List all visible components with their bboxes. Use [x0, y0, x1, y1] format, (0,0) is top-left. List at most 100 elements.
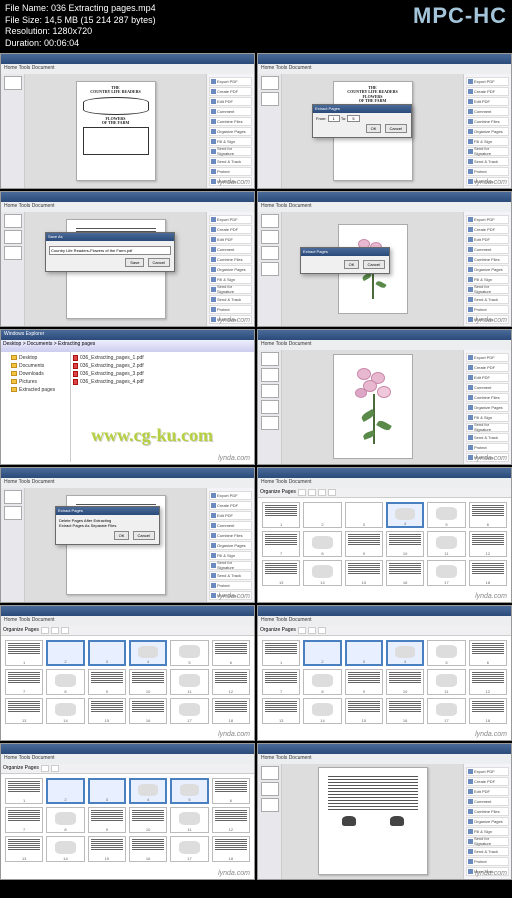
page-thumb[interactable]: 17: [427, 560, 465, 586]
tool-item[interactable]: Organize Pages: [466, 403, 509, 412]
page-thumb[interactable]: 6: [469, 502, 507, 528]
organize-toolbar[interactable]: Organize Pages: [1, 764, 254, 774]
cancel-button[interactable]: Cancel: [385, 124, 407, 133]
page-thumb[interactable]: 18: [469, 698, 507, 724]
tool-item[interactable]: Send for Signature: [466, 423, 509, 432]
app-menubar[interactable]: Home Tools Document: [1, 64, 254, 74]
page-thumb[interactable]: 1: [5, 778, 43, 804]
tool-button[interactable]: [41, 765, 49, 772]
file-list[interactable]: 036_Extracting_pages_1.pdf036_Extracting…: [71, 352, 254, 462]
tree-item[interactable]: Extracted pages: [3, 386, 68, 394]
tool-item[interactable]: Send for Signature: [466, 837, 509, 846]
cancel-button[interactable]: Cancel: [363, 260, 385, 269]
app-menubar[interactable]: Home Tools Document: [1, 202, 254, 212]
tool-item[interactable]: Edit PDF: [209, 97, 252, 106]
document-canvas[interactable]: THE COUNTRY LIFE READERS FLOWERS OF THE …: [282, 74, 463, 188]
page-thumb[interactable]: 4: [386, 640, 424, 666]
tree-item[interactable]: Desktop: [3, 354, 68, 362]
cancel-button[interactable]: Cancel: [148, 258, 170, 267]
page-thumb[interactable]: 17: [170, 836, 208, 862]
tool-item[interactable]: Send for Signature: [209, 561, 252, 570]
tool-item[interactable]: Protect: [209, 167, 252, 176]
page-thumb[interactable]: 10: [386, 531, 424, 557]
page-thumb[interactable]: 13: [262, 560, 300, 586]
page-thumb[interactable]: 1: [262, 502, 300, 528]
page-thumb[interactable]: 13: [5, 698, 43, 724]
tool-item[interactable]: Organize Pages: [466, 265, 509, 274]
page-thumb[interactable]: 5: [427, 640, 465, 666]
tool-item[interactable]: Combine Files: [466, 393, 509, 402]
tool-item[interactable]: Create PDF: [466, 87, 509, 96]
extract-pages-dialog[interactable]: Extract Pages Delete Pages After Extract…: [55, 506, 160, 545]
page-thumbs-panel[interactable]: [1, 488, 25, 602]
page-thumb[interactable]: 17: [427, 698, 465, 724]
tool-item[interactable]: Organize Pages: [209, 265, 252, 274]
page-thumb[interactable]: 8: [46, 807, 84, 833]
page-thumb[interactable]: 15: [345, 698, 383, 724]
pages-grid-view[interactable]: 123456789101112131415161718: [258, 636, 511, 740]
page-thumb[interactable]: 18: [469, 560, 507, 586]
page-thumb[interactable]: 8: [303, 669, 341, 695]
tool-item[interactable]: Comment: [466, 245, 509, 254]
pages-grid-view[interactable]: 123456789101112131415161718: [1, 636, 254, 740]
tool-item[interactable]: Combine Files: [209, 255, 252, 264]
page-thumb[interactable]: 16: [129, 836, 167, 862]
tool-item[interactable]: Comment: [466, 383, 509, 392]
page-thumb[interactable]: 2: [46, 640, 84, 666]
page-thumb[interactable]: 15: [345, 560, 383, 586]
page-thumb[interactable]: 11: [170, 807, 208, 833]
page-thumbs-panel[interactable]: [1, 212, 25, 326]
page-thumbs-panel[interactable]: [1, 74, 25, 188]
app-menubar[interactable]: Home Tools Document: [258, 616, 511, 626]
tool-item[interactable]: Edit PDF: [466, 97, 509, 106]
page-thumb[interactable]: 11: [427, 531, 465, 557]
organize-toolbar[interactable]: Organize Pages: [1, 626, 254, 636]
page-thumb[interactable]: 9: [88, 807, 126, 833]
tool-item[interactable]: Send for Signature: [209, 147, 252, 156]
tool-button[interactable]: [51, 765, 59, 772]
page-thumb[interactable]: 6: [212, 778, 250, 804]
from-input[interactable]: 1: [328, 115, 340, 122]
tool-item[interactable]: Edit PDF: [209, 511, 252, 520]
app-menubar[interactable]: Home Tools Document: [1, 478, 254, 488]
tool-item[interactable]: Fill & Sign: [209, 551, 252, 560]
tool-item[interactable]: Fill & Sign: [466, 137, 509, 146]
explorer-toolbar[interactable]: Desktop > Documents > Extracting pages: [1, 340, 254, 352]
tool-item[interactable]: Fill & Sign: [466, 413, 509, 422]
tool-item[interactable]: Create PDF: [209, 225, 252, 234]
app-menubar[interactable]: Home Tools Document: [258, 202, 511, 212]
app-menubar[interactable]: Home Tools Document: [1, 754, 254, 764]
app-menubar[interactable]: Home Tools Document: [258, 754, 511, 764]
tool-item[interactable]: Organize Pages: [209, 541, 252, 550]
ok-button[interactable]: OK: [366, 124, 382, 133]
tool-button[interactable]: [41, 627, 49, 634]
ok-button[interactable]: OK: [344, 260, 360, 269]
tool-button[interactable]: [298, 627, 306, 634]
page-thumb[interactable]: 10: [129, 807, 167, 833]
page-thumb[interactable]: 5: [170, 778, 208, 804]
tool-item[interactable]: Send & Track: [466, 433, 509, 442]
tool-item[interactable]: Send for Signature: [466, 285, 509, 294]
page-thumb[interactable]: 1: [5, 640, 43, 666]
page-thumb[interactable]: 7: [5, 807, 43, 833]
page-thumb[interactable]: 2: [46, 778, 84, 804]
tool-item[interactable]: Fill & Sign: [466, 275, 509, 284]
tool-item[interactable]: Combine Files: [466, 807, 509, 816]
page-thumb[interactable]: 12: [469, 669, 507, 695]
tool-item[interactable]: Create PDF: [466, 363, 509, 372]
tool-item[interactable]: Create PDF: [209, 501, 252, 510]
page-thumbs-panel[interactable]: [258, 212, 282, 326]
page-thumb[interactable]: 7: [262, 531, 300, 557]
tree-item[interactable]: Pictures: [3, 378, 68, 386]
page-thumb[interactable]: 11: [170, 669, 208, 695]
page-thumb[interactable]: 16: [386, 698, 424, 724]
document-canvas[interactable]: THE COUNTRY LIFE READERS FLOWERS OF THE …: [25, 74, 206, 188]
page-thumb[interactable]: 16: [386, 560, 424, 586]
save-button[interactable]: Save: [125, 258, 144, 267]
page-thumb[interactable]: 11: [427, 669, 465, 695]
tool-item[interactable]: Organize Pages: [466, 127, 509, 136]
page-thumb[interactable]: 14: [46, 698, 84, 724]
tool-item[interactable]: Protect: [209, 305, 252, 314]
page-thumb[interactable]: 13: [262, 698, 300, 724]
page-thumb[interactable]: 4: [386, 502, 424, 528]
